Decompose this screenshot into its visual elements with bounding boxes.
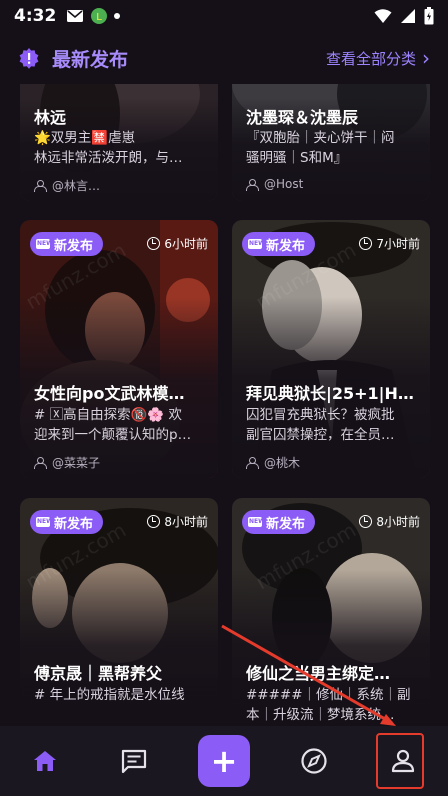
story-card[interactable]: 新发布 8小时前 修仙之当男主绑定… #####｜修仙｜系统｜副 本｜升级流｜梦… [232, 498, 430, 726]
card-title: 女性向po文武林模… [34, 384, 185, 403]
view-all-label: 查看全部分类 [325, 49, 416, 68]
clock-icon [147, 515, 161, 528]
notification-dot-icon [114, 13, 121, 19]
card-title: 拜见典狱长|25+1|HT… [246, 384, 420, 403]
view-all-categories-link[interactable]: 查看全部分类 › [326, 46, 430, 70]
clock-icon [359, 237, 373, 250]
card-description: # 🅇高自由探索🔞🌸 欢 迎来到一个颠覆认知的p… [34, 407, 192, 443]
new-icon [248, 239, 265, 249]
new-icon [36, 239, 53, 249]
card-author: @菜菜子 [34, 454, 208, 471]
story-card[interactable]: 林远 🌟双男主🈲虐崽 林远非常活泼开朗，与… @林言… [20, 84, 218, 201]
new-badge: 新发布 [30, 232, 104, 256]
gmail-icon [67, 10, 84, 22]
status-time: 4:32 [14, 6, 57, 26]
nav-discover[interactable] [269, 726, 359, 796]
wifi-icon [374, 9, 392, 23]
svg-text:L: L [97, 12, 103, 23]
compass-icon [300, 748, 327, 774]
signal-icon [401, 9, 415, 23]
story-card[interactable]: 新发布 6小时前 女性向po文武林模… # 🅇高自由探索🔞🌸 欢 迎来到一个颠覆… [20, 220, 218, 478]
nav-messages[interactable] [90, 726, 180, 796]
story-grid: 林远 🌟双男主🈲虐崽 林远非常活泼开朗，与… @林言… 沈墨琛＆沈墨辰 『双胞胎… [0, 84, 448, 726]
add-button[interactable]: + [197, 735, 250, 787]
clock-icon [147, 237, 161, 250]
home-icon [33, 751, 56, 771]
new-badge: 新发布 [30, 510, 104, 534]
story-card[interactable]: 新发布 7小时前 拜见典狱长|25+1|HT… 囚犯冒充典狱长？被疯批 副官囚禁… [232, 220, 430, 478]
card-description: 🌟双男主🈲虐崽 林远非常活泼开朗，与… [34, 130, 183, 166]
battery-icon [424, 7, 434, 25]
user-icon [34, 457, 47, 469]
section-header: 最新发布 查看全部分类 › [0, 32, 448, 84]
card-description: #####｜修仙｜系统｜副 本｜升级流｜梦境系统… [246, 687, 411, 723]
new-icon [248, 517, 265, 527]
new-badge: 新发布 [242, 510, 316, 534]
card-description: 囚犯冒充典狱长？被疯批 副官囚禁操控，在全员… [246, 407, 395, 443]
alert-badge-icon [19, 48, 39, 69]
profile-icon [392, 749, 415, 773]
nav-profile[interactable] [358, 726, 448, 796]
nav-home[interactable] [0, 726, 90, 796]
time-ago: 6小时前 [147, 235, 208, 252]
chat-icon [122, 749, 147, 774]
card-author: @桃木 [246, 454, 420, 471]
new-badge: 新发布 [242, 232, 316, 256]
user-icon [34, 180, 47, 192]
card-description: # 年上的戒指就是水位线 [34, 687, 185, 703]
clock-icon [359, 515, 373, 528]
card-title: 沈墨琛＆沈墨辰 [246, 108, 359, 127]
section-title: 最新发布 [52, 48, 129, 71]
time-ago: 7小时前 [359, 235, 420, 252]
app-notification-icon: L [91, 8, 108, 24]
time-ago: 8小时前 [359, 513, 420, 530]
time-ago: 8小时前 [147, 513, 208, 530]
story-card[interactable]: 新发布 8小时前 傅京晟｜黑帮养父 # 年上的戒指就是水位线 [20, 498, 218, 726]
story-card[interactable]: 沈墨琛＆沈墨辰 『双胞胎｜夹心饼干｜闷 骚明骚｜S和M』 @Host [232, 84, 430, 201]
card-title: 傅京晟｜黑帮养父 [34, 664, 163, 683]
card-description: 『双胞胎｜夹心饼干｜闷 骚明骚｜S和M』 [246, 130, 395, 166]
add-icon: + [210, 742, 238, 780]
user-icon [246, 178, 259, 191]
card-title: 修仙之当男主绑定… [246, 664, 391, 683]
bottom-nav: + [0, 726, 448, 796]
new-icon [36, 517, 53, 527]
card-author: @林言… [34, 177, 208, 194]
card-author: @Host [246, 177, 420, 191]
user-icon [246, 457, 259, 469]
nav-create[interactable]: + [179, 726, 269, 796]
card-title: 林远 [34, 108, 67, 127]
chevron-right-icon: › [422, 46, 430, 70]
status-bar: 4:32 L [0, 0, 448, 32]
